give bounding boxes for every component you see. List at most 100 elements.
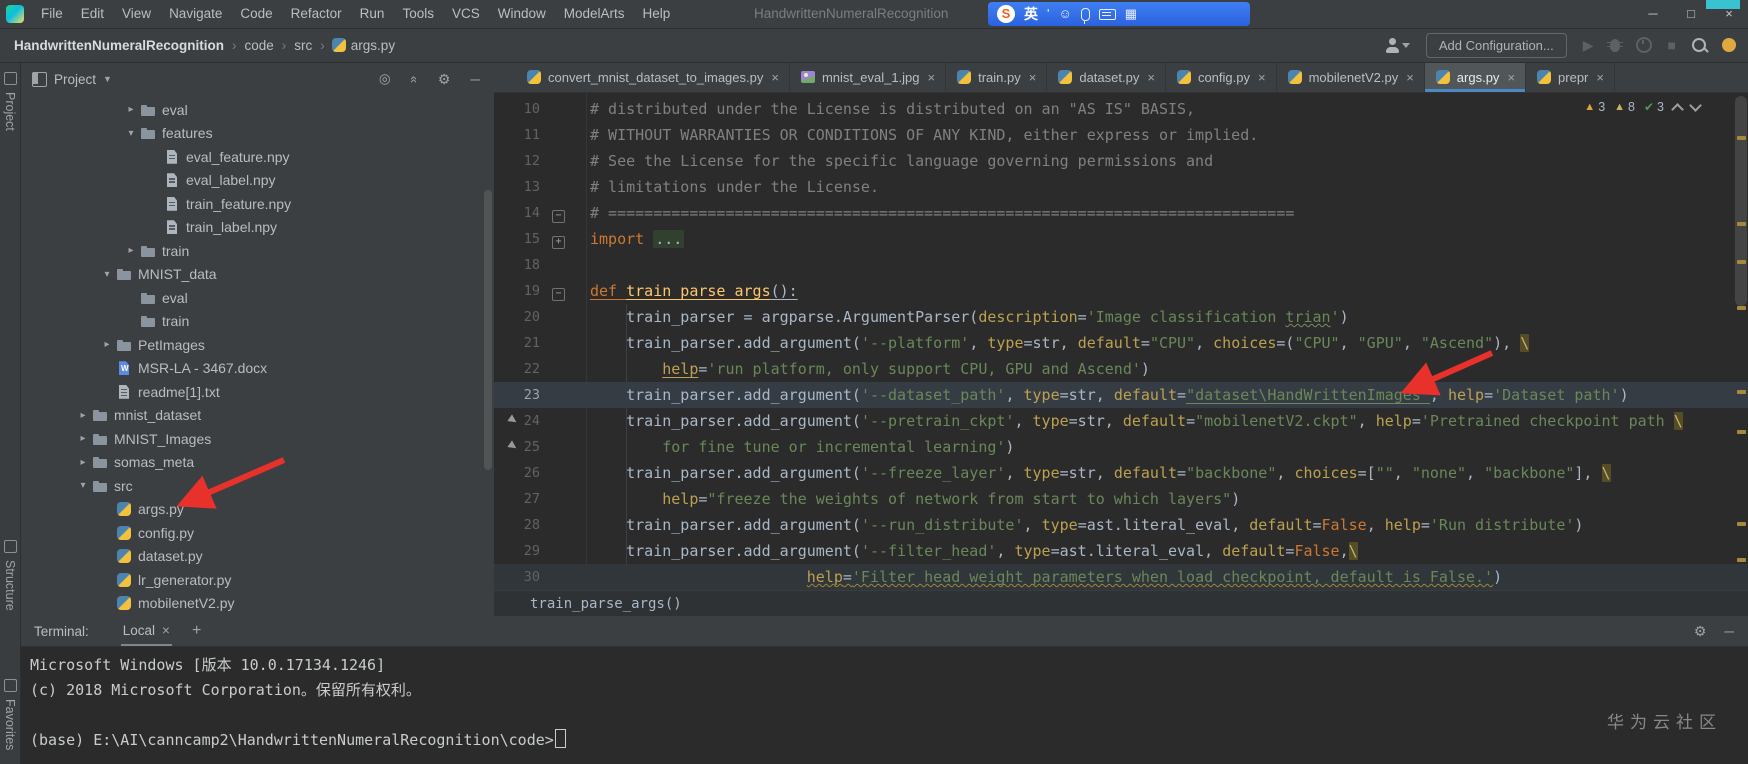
tree-item-config-py[interactable]: config.py: [20, 521, 494, 545]
profiler-button[interactable]: [1636, 37, 1652, 53]
tab-mobilenetv2-py[interactable]: mobilenetV2.py×: [1277, 62, 1425, 92]
line-number-20[interactable]: 20: [494, 304, 540, 330]
ime-keyboard-icon[interactable]: [1099, 9, 1116, 20]
menu-item-vcs[interactable]: VCS: [443, 0, 489, 28]
code-line-10[interactable]: 10# distributed under the License is dis…: [494, 96, 1748, 122]
project-panel-title[interactable]: Project: [54, 72, 96, 87]
tree-item-train[interactable]: ▸train: [20, 239, 494, 263]
menu-item-file[interactable]: File: [32, 0, 72, 28]
tree-item-eval[interactable]: ▸eval: [20, 98, 494, 122]
menu-item-edit[interactable]: Edit: [72, 0, 113, 28]
breadcrumb-item-src[interactable]: src: [292, 38, 314, 53]
tab-convert-mnist-dataset-to-images-py[interactable]: convert_mnist_dataset_to_images.py×: [516, 62, 790, 92]
tree-item-dataset-py[interactable]: dataset.py: [20, 545, 494, 569]
code-line-28[interactable]: 28 train_parser.add_argument('--run_dist…: [494, 512, 1748, 538]
line-number-15[interactable]: 15: [494, 226, 540, 252]
close-icon[interactable]: ×: [928, 70, 936, 85]
line-number-14[interactable]: 14: [494, 200, 540, 226]
sogou-logo-icon[interactable]: S: [997, 5, 1015, 23]
code-line-30[interactable]: 30 help='Filter head weight parameters w…: [494, 564, 1748, 590]
chevron-right-icon[interactable]: ▸: [76, 410, 90, 421]
menu-item-tools[interactable]: Tools: [393, 0, 443, 28]
fold-collapse-icon[interactable]: −: [552, 210, 565, 223]
tree-item-eval-feature-npy[interactable]: eval_feature.npy: [20, 145, 494, 169]
tree-item-mnist-dataset[interactable]: ▸mnist_dataset: [20, 404, 494, 428]
editor-scrollbar[interactable]: [1734, 92, 1748, 590]
new-terminal-icon[interactable]: +: [192, 622, 201, 640]
line-number-23[interactable]: 23: [494, 382, 540, 408]
close-icon[interactable]: ×: [771, 70, 779, 85]
tree-item-mnist-images[interactable]: ▸MNIST_Images: [20, 427, 494, 451]
user-account-icon[interactable]: [1385, 38, 1400, 53]
chevron-right-icon[interactable]: ▸: [124, 104, 138, 115]
tab-dataset-py[interactable]: dataset.py×: [1047, 62, 1166, 92]
fold-collapse-icon[interactable]: −: [552, 288, 565, 301]
tree-item-eval[interactable]: eval: [20, 286, 494, 310]
chevron-right-icon[interactable]: ▸: [76, 433, 90, 444]
chevron-down-icon[interactable]: ▼: [103, 74, 112, 84]
ime-toolbox-icon[interactable]: ▦: [1125, 2, 1137, 26]
stop-button[interactable]: ■: [1668, 37, 1676, 53]
menu-item-help[interactable]: Help: [634, 0, 680, 28]
code-line-29[interactable]: 29 train_parser.add_argument('--filter_h…: [494, 538, 1748, 564]
terminal-tab-local[interactable]: Local ×: [121, 616, 172, 646]
add-configuration-button[interactable]: Add Configuration...: [1426, 33, 1567, 58]
menu-item-view[interactable]: View: [113, 0, 160, 28]
terminal-title[interactable]: Terminal:: [34, 624, 89, 639]
tree-item-src[interactable]: ▾src: [20, 474, 494, 498]
close-icon[interactable]: ×: [1507, 70, 1515, 85]
tool-button-structure[interactable]: Structure: [0, 540, 20, 611]
close-icon[interactable]: ×: [1258, 70, 1266, 85]
line-number-10[interactable]: 10: [494, 96, 540, 122]
tree-item-eval-label-npy[interactable]: eval_label.npy: [20, 169, 494, 193]
context-bar[interactable]: train_parse_args(): [494, 590, 1748, 616]
close-icon[interactable]: ×: [1147, 70, 1155, 85]
line-number-27[interactable]: 27: [494, 486, 540, 512]
line-number-12[interactable]: 12: [494, 148, 540, 174]
tree-item-mobilenetv2-py[interactable]: mobilenetV2.py: [20, 592, 494, 616]
inspections-widget[interactable]: ▲3 ▲8 ✔3: [1584, 100, 1700, 114]
tree-item-msr-la-3467-docx[interactable]: MSR-LA - 3467.docx: [20, 357, 494, 381]
next-problem-icon[interactable]: [1689, 99, 1702, 112]
minimize-panel-icon[interactable]: ─: [1724, 624, 1734, 639]
code-line-12[interactable]: 12# See the License for the specific lan…: [494, 148, 1748, 174]
collapse-all-icon[interactable]: «: [407, 75, 422, 82]
breadcrumb-item-handwrittennumeralrecognition[interactable]: HandwrittenNumeralRecognition: [12, 38, 226, 53]
update-indicator-icon[interactable]: [1722, 38, 1736, 52]
code-line-18[interactable]: 18: [494, 252, 1748, 278]
search-everywhere-icon[interactable]: [1692, 38, 1706, 52]
ime-punctuation-icon[interactable]: ': [1047, 2, 1049, 26]
sogou-ime-bar[interactable]: S 英 ' ☺ ▦: [988, 2, 1250, 26]
code-line-15[interactable]: 15+import ...: [494, 226, 1748, 252]
tree-item-petimages[interactable]: ▸PetImages: [20, 333, 494, 357]
ime-emoji-icon[interactable]: ☺: [1058, 2, 1071, 26]
chevron-down-icon[interactable]: ▾: [124, 128, 138, 139]
code-line-11[interactable]: 11# WITHOUT WARRANTIES OR CONDITIONS OF …: [494, 122, 1748, 148]
menu-item-modelarts[interactable]: ModelArts: [555, 0, 634, 28]
terminal-output[interactable]: Microsoft Windows [版本 10.0.17134.1246](c…: [20, 647, 1748, 753]
chevron-down-icon[interactable]: ▾: [100, 269, 114, 280]
code-line-21[interactable]: 21 train_parser.add_argument('--platform…: [494, 330, 1748, 356]
code-area[interactable]: 10# distributed under the License is dis…: [494, 92, 1748, 590]
line-number-19[interactable]: 19: [494, 278, 540, 304]
tree-scrollbar[interactable]: [484, 190, 492, 470]
tree-item-train-label-npy[interactable]: train_label.npy: [20, 216, 494, 240]
ime-mic-icon[interactable]: [1081, 8, 1090, 21]
tab-train-py[interactable]: train.py×: [946, 62, 1047, 92]
tree-item-somas-meta[interactable]: ▸somas_meta: [20, 451, 494, 475]
code-line-20[interactable]: 20 train_parser = argparse.ArgumentParse…: [494, 304, 1748, 330]
line-number-13[interactable]: 13: [494, 174, 540, 200]
breadcrumb-item-args-py[interactable]: args.py: [349, 38, 397, 53]
fold-expand-icon[interactable]: +: [552, 236, 565, 249]
line-number-29[interactable]: 29: [494, 538, 540, 564]
tree-item-features[interactable]: ▾features: [20, 122, 494, 146]
close-icon[interactable]: ×: [1029, 70, 1037, 85]
line-number-22[interactable]: 22: [494, 356, 540, 382]
tree-item-mnist-data[interactable]: ▾MNIST_data: [20, 263, 494, 287]
line-number-30[interactable]: 30: [494, 564, 540, 590]
close-icon[interactable]: ×: [1406, 70, 1414, 85]
chevron-right-icon[interactable]: ▸: [76, 457, 90, 468]
close-icon[interactable]: ×: [1596, 70, 1604, 85]
tree-item-train[interactable]: train: [20, 310, 494, 334]
line-number-11[interactable]: 11: [494, 122, 540, 148]
